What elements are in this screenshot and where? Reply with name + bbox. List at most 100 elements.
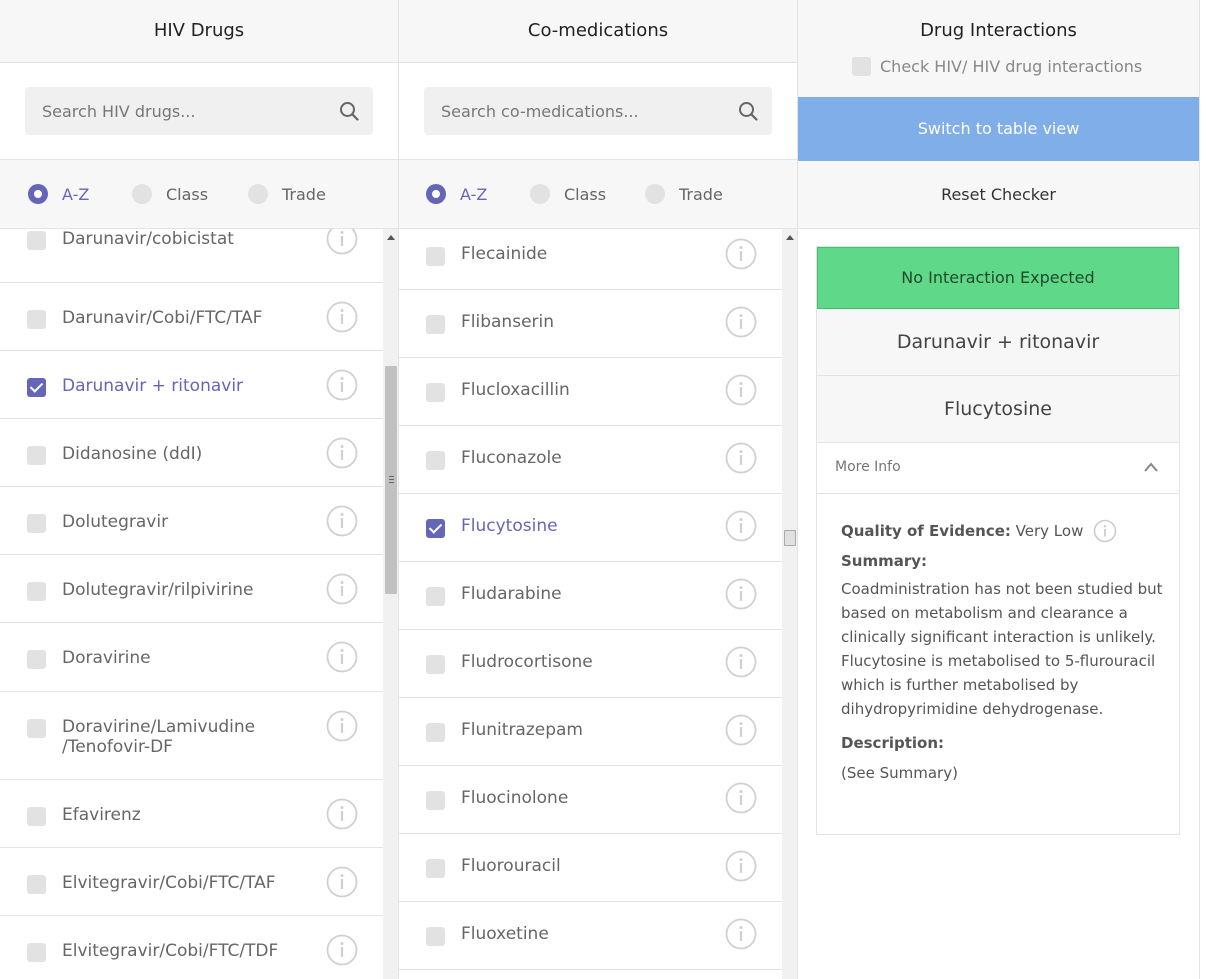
checkbox-icon[interactable] xyxy=(27,310,46,329)
list-item-label: Darunavir/cobicistat xyxy=(62,229,234,249)
comed-sort-az[interactable]: A-Z xyxy=(426,184,487,204)
hiv-list-scrollbar[interactable] xyxy=(383,229,398,979)
search-icon[interactable] xyxy=(738,101,758,121)
hiv-search-input[interactable] xyxy=(25,87,373,135)
checkbox-icon[interactable] xyxy=(426,723,445,742)
comed-sort-class-label: Class xyxy=(564,184,607,204)
checkbox-icon[interactable] xyxy=(426,587,445,606)
info-icon[interactable] xyxy=(725,374,757,406)
radio-selected-icon xyxy=(426,184,446,204)
checkbox-icon[interactable] xyxy=(27,650,46,669)
list-item[interactable]: Flucloxacillin xyxy=(399,358,782,426)
info-icon[interactable] xyxy=(725,918,757,950)
list-item[interactable]: Dolutegravir/rilpivirine xyxy=(0,555,383,623)
list-item[interactable]: Efavirenz xyxy=(0,780,383,848)
checkbox-icon[interactable] xyxy=(27,514,46,533)
quality-value: Very Low xyxy=(1015,522,1084,540)
info-icon[interactable] xyxy=(725,238,757,270)
scrollbar-thumb[interactable] xyxy=(784,530,796,546)
checkbox-icon[interactable] xyxy=(426,247,445,266)
info-icon[interactable] xyxy=(725,510,757,542)
info-icon[interactable] xyxy=(326,437,358,469)
list-item[interactable]: Didanosine (ddI) xyxy=(0,419,383,487)
checkbox-icon[interactable] xyxy=(426,383,445,402)
checkbox-icon[interactable] xyxy=(426,927,445,946)
info-icon[interactable] xyxy=(326,798,358,830)
hiv-sort-class[interactable]: Class xyxy=(132,184,208,204)
checkbox-icon[interactable] xyxy=(27,719,46,738)
comed-search-input[interactable] xyxy=(424,87,772,135)
list-item[interactable]: Elvitegravir/Cobi/FTC/TDF xyxy=(0,916,383,979)
search-icon[interactable] xyxy=(339,101,359,121)
list-item[interactable]: Elvitegravir/Cobi/FTC/TAF xyxy=(0,848,383,916)
info-icon[interactable] xyxy=(326,229,358,255)
info-icon[interactable] xyxy=(725,782,757,814)
list-item-label: Elvitegravir/Cobi/FTC/TAF xyxy=(62,873,276,893)
list-item[interactable]: Fluocinolone xyxy=(399,766,782,834)
scrollbar-thumb[interactable] xyxy=(385,366,397,594)
checkbox-icon[interactable] xyxy=(27,582,46,601)
info-icon[interactable] xyxy=(326,641,358,673)
list-item[interactable]: Fludarabine xyxy=(399,562,782,630)
list-item-label: Doravirine xyxy=(62,648,151,668)
list-item[interactable]: Fluoxetine xyxy=(399,902,782,970)
info-icon[interactable] xyxy=(725,646,757,678)
more-info-toggle[interactable]: More Info xyxy=(817,443,1179,494)
scroll-up-arrow-icon[interactable] xyxy=(786,235,794,240)
hiv-sort-options: A-Z Class Trade xyxy=(0,160,398,229)
info-icon[interactable] xyxy=(326,710,358,742)
description-text: (See Summary) xyxy=(841,764,958,782)
list-item[interactable]: Flucytosine xyxy=(399,494,782,562)
hiv-drugs-panel: HIV Drugs A-Z Class Trade Darunavir/cobi… xyxy=(0,0,399,979)
list-item[interactable]: Darunavir + ritonavir xyxy=(0,351,383,419)
info-icon[interactable] xyxy=(326,505,358,537)
list-item[interactable]: Dolutegravir xyxy=(0,487,383,555)
list-item[interactable]: Fluorouracil xyxy=(399,834,782,902)
info-icon[interactable] xyxy=(725,306,757,338)
list-item[interactable]: Doravirine xyxy=(0,623,383,692)
switch-to-table-view-button[interactable]: Switch to table view xyxy=(798,97,1199,161)
list-item[interactable]: Fluconazole xyxy=(399,426,782,494)
list-item[interactable]: Flecainide xyxy=(399,229,782,290)
hiv-sort-trade[interactable]: Trade xyxy=(248,184,326,204)
chevron-up-icon[interactable] xyxy=(1143,461,1159,473)
hiv-sort-az[interactable]: A-Z xyxy=(28,184,89,204)
list-item[interactable]: Darunavir/Cobi/FTC/TAF xyxy=(0,283,383,351)
list-item[interactable]: Fludrocortisone xyxy=(399,630,782,698)
list-item[interactable]: Darunavir/cobicistat xyxy=(0,229,383,283)
checkbox-icon[interactable] xyxy=(27,807,46,826)
interaction-result-card: No Interaction Expected Darunavir + rito… xyxy=(816,246,1180,835)
info-icon[interactable] xyxy=(725,578,757,610)
info-icon[interactable] xyxy=(326,301,358,333)
checkbox-icon[interactable] xyxy=(27,446,46,465)
interaction-details: Quality of Evidence: Very Low Summary: C… xyxy=(841,519,1163,785)
comed-sort-trade[interactable]: Trade xyxy=(645,184,723,204)
checkbox-icon[interactable] xyxy=(27,378,46,397)
checkbox-icon[interactable] xyxy=(426,315,445,334)
checkbox-icon[interactable] xyxy=(426,655,445,674)
info-icon[interactable] xyxy=(326,934,358,966)
comed-list-scrollbar[interactable] xyxy=(782,229,797,979)
checkbox-icon[interactable] xyxy=(426,451,445,470)
info-icon[interactable] xyxy=(1093,519,1117,543)
check-hiv-interactions[interactable]: Check HIV/ HIV drug interactions xyxy=(852,57,1142,76)
checkbox-icon[interactable] xyxy=(426,519,445,538)
scroll-up-arrow-icon[interactable] xyxy=(387,235,395,240)
comed-sort-class[interactable]: Class xyxy=(530,184,606,204)
checkbox-icon[interactable] xyxy=(27,875,46,894)
info-icon[interactable] xyxy=(326,573,358,605)
info-icon[interactable] xyxy=(326,866,358,898)
checkbox-icon[interactable] xyxy=(426,791,445,810)
checkbox-icon[interactable] xyxy=(27,231,46,250)
info-icon[interactable] xyxy=(725,714,757,746)
list-item[interactable]: Flibanserin xyxy=(399,290,782,358)
checkbox-icon[interactable] xyxy=(426,859,445,878)
info-icon[interactable] xyxy=(725,850,757,882)
checkbox-icon[interactable] xyxy=(852,57,871,76)
checkbox-icon[interactable] xyxy=(27,943,46,962)
list-item[interactable]: Doravirine/Lamivudine /Tenofovir-DF xyxy=(0,692,383,780)
info-icon[interactable] xyxy=(725,442,757,474)
list-item[interactable]: Flunitrazepam xyxy=(399,698,782,766)
reset-checker-button[interactable]: Reset Checker xyxy=(798,161,1199,229)
info-icon[interactable] xyxy=(326,369,358,401)
